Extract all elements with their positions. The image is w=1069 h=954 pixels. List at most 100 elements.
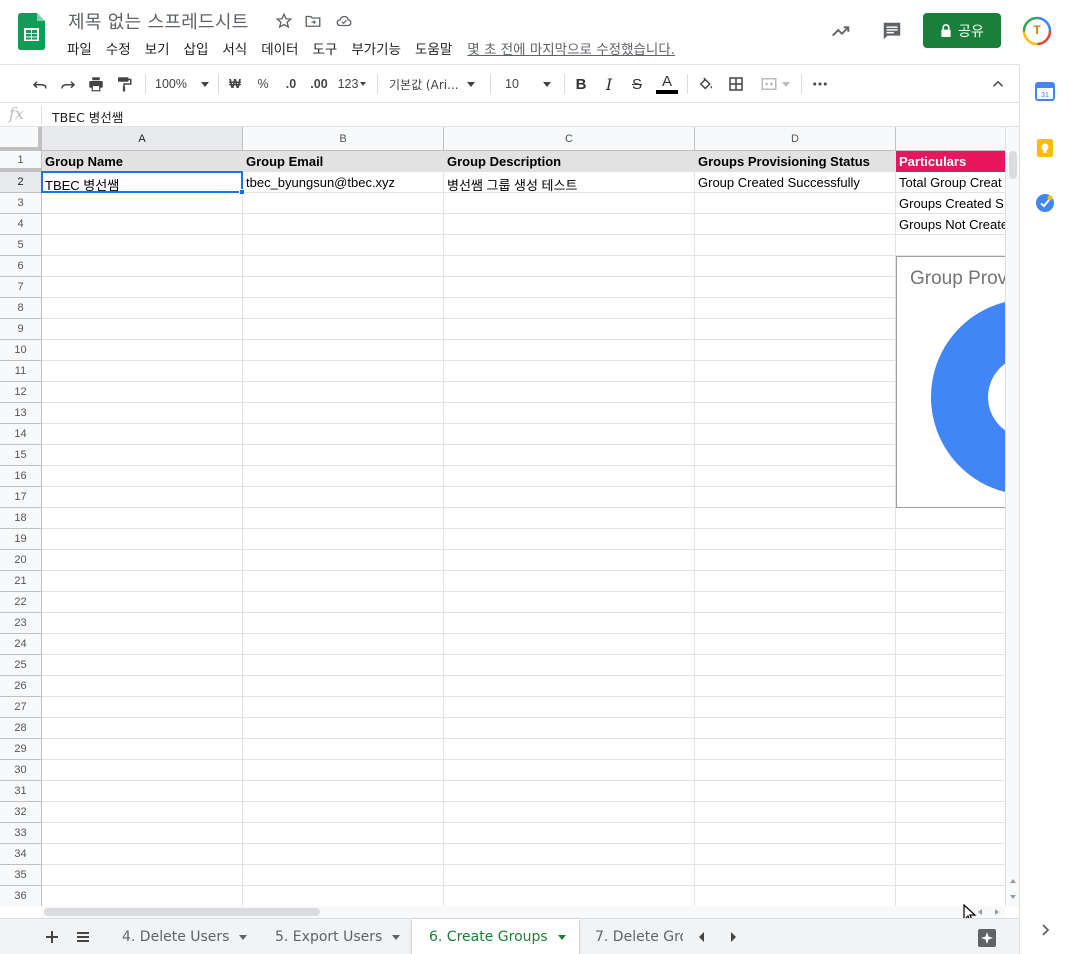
- sheets-logo-icon[interactable]: [18, 13, 45, 50]
- column-header-C[interactable]: C: [444, 127, 695, 151]
- add-sheet-icon[interactable]: [41, 928, 63, 946]
- increase-decimal-button[interactable]: .00: [307, 71, 331, 97]
- row-header-25[interactable]: 25: [0, 655, 42, 676]
- undo-icon[interactable]: [28, 71, 52, 97]
- font-family-select[interactable]: 기본값 (Ari...: [389, 71, 484, 97]
- trending-icon[interactable]: [826, 17, 856, 45]
- row-header-8[interactable]: 8: [0, 298, 42, 319]
- paint-format-icon[interactable]: [112, 71, 136, 97]
- tasks-icon[interactable]: [1035, 193, 1055, 213]
- row-header-10[interactable]: 10: [0, 340, 42, 361]
- scroll-right-icon[interactable]: [724, 928, 742, 946]
- menu-help[interactable]: 도움말: [408, 38, 459, 58]
- row-header-7[interactable]: 7: [0, 277, 42, 298]
- cell-E4[interactable]: Groups Not Create: [896, 214, 1005, 235]
- star-icon[interactable]: [274, 11, 294, 31]
- zoom-select[interactable]: 100%: [152, 71, 212, 97]
- menu-data[interactable]: 데이터: [254, 38, 305, 58]
- column-header-D[interactable]: D: [695, 127, 896, 151]
- row-header-36[interactable]: 36: [0, 886, 42, 906]
- fill-handle[interactable]: [239, 189, 245, 195]
- document-title[interactable]: 제목 없는 스프레드시트: [68, 8, 249, 34]
- expand-panel-icon[interactable]: [1035, 920, 1055, 940]
- formula-input[interactable]: TBEC 병선쌤: [52, 107, 123, 126]
- row-header-18[interactable]: 18: [0, 508, 42, 529]
- row-header-35[interactable]: 35: [0, 865, 42, 886]
- column-header-B[interactable]: B: [243, 127, 444, 151]
- cell-E3[interactable]: Groups Created S: [896, 193, 1005, 214]
- row-header-28[interactable]: 28: [0, 718, 42, 739]
- cell-E1[interactable]: Particulars: [896, 151, 1005, 172]
- vertical-scroll-thumb[interactable]: [1009, 151, 1017, 179]
- more-icon[interactable]: [809, 71, 831, 97]
- vertical-scrollbar[interactable]: [1005, 127, 1019, 906]
- calendar-icon[interactable]: 31: [1035, 81, 1055, 101]
- cell-A2[interactable]: TBEC 병선쌤: [42, 172, 242, 193]
- row-header-2[interactable]: 2: [0, 172, 42, 193]
- collapse-icon[interactable]: [987, 71, 1009, 97]
- more-formats-button[interactable]: 123: [336, 71, 368, 97]
- bold-button[interactable]: B: [571, 71, 591, 97]
- print-icon[interactable]: [84, 71, 108, 97]
- row-header-26[interactable]: 26: [0, 676, 42, 697]
- column-header-E[interactable]: [896, 127, 1005, 151]
- sheet-tab-export-users[interactable]: 5. Export Users: [258, 919, 412, 954]
- cell-A1[interactable]: Group Name: [42, 151, 242, 172]
- row-header-13[interactable]: 13: [0, 403, 42, 424]
- menu-insert[interactable]: 삽입: [177, 38, 216, 58]
- last-edit-link[interactable]: 몇 초 전에 마지막으로 수정했습니다.: [467, 38, 675, 58]
- scroll-left-icon[interactable]: [693, 928, 711, 946]
- cell-B2[interactable]: tbec_byungsun@tbec.xyz: [243, 172, 443, 193]
- menu-tools[interactable]: 도구: [305, 38, 344, 58]
- decrease-decimal-button[interactable]: .0: [280, 71, 302, 97]
- row-header-32[interactable]: 32: [0, 802, 42, 823]
- move-to-folder-icon[interactable]: [303, 11, 323, 31]
- row-header-17[interactable]: 17: [0, 487, 42, 508]
- share-button[interactable]: 공유: [923, 13, 1001, 48]
- row-header-23[interactable]: 23: [0, 613, 42, 634]
- row-header-3[interactable]: 3: [0, 193, 42, 214]
- row-header-20[interactable]: 20: [0, 550, 42, 571]
- scroll-down-arrow[interactable]: [1010, 895, 1016, 899]
- sheet-grid[interactable]: ABCD 1 2 3 4 5 6 7 8 9 10 11 12 13 14 15 16 17 18 19 20 21 22…: [0, 127, 1005, 906]
- row-header-11[interactable]: 11: [0, 361, 42, 382]
- cell-B1[interactable]: Group Email: [243, 151, 443, 172]
- all-sheets-icon[interactable]: [72, 928, 94, 946]
- row-header-29[interactable]: 29: [0, 739, 42, 760]
- currency-format-button[interactable]: ₩: [226, 71, 244, 97]
- row-header-19[interactable]: 19: [0, 529, 42, 550]
- cell-E2[interactable]: Total Group Creat: [896, 172, 1005, 193]
- sheet-tab-delete-users[interactable]: 4. Delete Users: [105, 919, 258, 954]
- borders-icon[interactable]: [725, 71, 747, 97]
- merge-cells-icon[interactable]: [755, 71, 795, 97]
- menu-addons[interactable]: 부가기능: [344, 38, 408, 58]
- row-header-6[interactable]: 6: [0, 256, 42, 277]
- horizontal-scrollbar[interactable]: [42, 906, 1005, 918]
- row-header-14[interactable]: 14: [0, 424, 42, 445]
- scroll-right-arrow[interactable]: [995, 909, 999, 915]
- embedded-chart[interactable]: Group Prov: [896, 256, 1005, 508]
- comment-icon[interactable]: [877, 17, 907, 45]
- row-header-30[interactable]: 30: [0, 760, 42, 781]
- fill-color-icon[interactable]: [695, 71, 717, 97]
- cell-D1[interactable]: Groups Provisioning Status: [695, 151, 895, 172]
- horizontal-scroll-thumb[interactable]: [44, 908, 320, 916]
- row-header-16[interactable]: 16: [0, 466, 42, 487]
- row-header-27[interactable]: 27: [0, 697, 42, 718]
- row-header-21[interactable]: 21: [0, 571, 42, 592]
- row-header-33[interactable]: 33: [0, 823, 42, 844]
- italic-button[interactable]: I: [599, 71, 619, 97]
- select-all-corner[interactable]: [0, 127, 42, 151]
- font-size-select[interactable]: 10: [500, 71, 558, 97]
- scroll-left-arrow[interactable]: [978, 909, 982, 915]
- sheet-tab-delete-groups[interactable]: 7. Delete Gro: [578, 919, 683, 954]
- row-header-34[interactable]: 34: [0, 844, 42, 865]
- column-header-A[interactable]: A: [42, 127, 243, 151]
- explore-icon[interactable]: [977, 928, 997, 948]
- text-color-button[interactable]: A: [655, 71, 679, 97]
- row-header-12[interactable]: 12: [0, 382, 42, 403]
- row-header-15[interactable]: 15: [0, 445, 42, 466]
- redo-icon[interactable]: [56, 71, 80, 97]
- menu-edit[interactable]: 수정: [99, 38, 138, 58]
- row-header-5[interactable]: 5: [0, 235, 42, 256]
